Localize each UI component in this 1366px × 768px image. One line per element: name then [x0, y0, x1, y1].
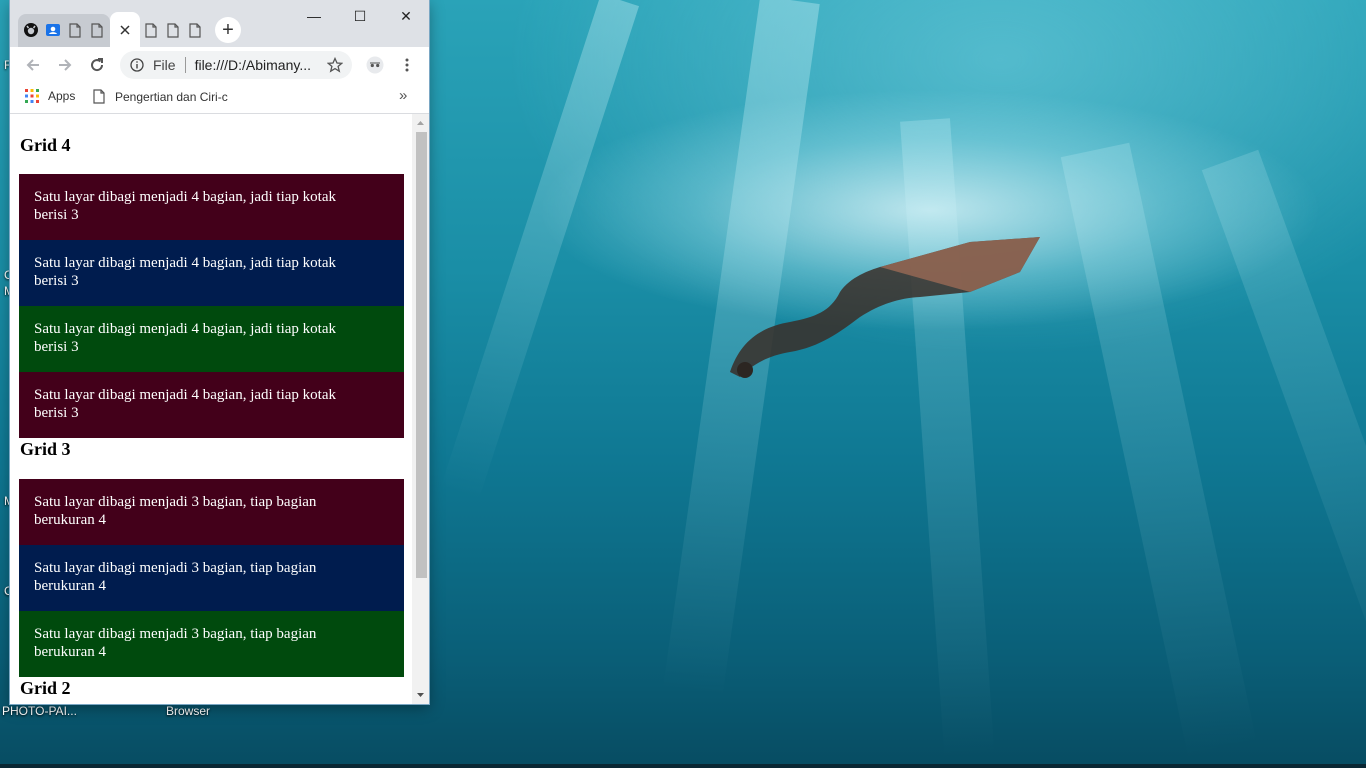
box-text-line: berisi 3	[34, 273, 79, 289]
tab-contacts[interactable]	[42, 18, 64, 42]
reload-icon	[91, 58, 104, 72]
document-icon	[189, 22, 201, 38]
vertical-scrollbar[interactable]	[412, 114, 429, 704]
menu-button[interactable]	[395, 53, 419, 77]
minimize-button[interactable]: —	[291, 4, 337, 28]
document-icon	[93, 89, 105, 104]
forward-button[interactable]	[53, 53, 77, 77]
kebab-menu-icon	[405, 58, 409, 72]
tab-document[interactable]	[162, 18, 184, 42]
box-text-line: berisi 3	[34, 207, 79, 223]
tab-strip: + — ☐ ✕	[10, 0, 429, 47]
document-icon	[69, 22, 81, 38]
section-title-grid-3: Grid 3	[20, 439, 71, 459]
grid4-box: Satu layar dibagi menjadi 4 bagian, jadi…	[19, 372, 404, 438]
tab-active[interactable]	[110, 12, 140, 47]
browser-window: + — ☐ ✕ File file:///D:/Abimany... Apps …	[10, 0, 429, 704]
arrow-right-icon	[59, 59, 72, 71]
incognito-icon	[366, 56, 384, 74]
tab-document[interactable]	[86, 18, 108, 42]
section-title-grid-4: Grid 4	[20, 135, 71, 155]
browser-toolbar: File file:///D:/Abimany...	[10, 47, 429, 83]
box-text-line: Satu layar dibagi menjadi 3 bagian, tiap…	[34, 560, 317, 576]
back-button[interactable]	[21, 53, 45, 77]
grid4-box: Satu layar dibagi menjadi 4 bagian, jadi…	[19, 174, 404, 240]
contacts-icon	[46, 24, 60, 36]
tab-github[interactable]	[20, 18, 42, 42]
maximize-button[interactable]: ☐	[337, 4, 383, 28]
box-text-line: berukuran 4	[34, 644, 107, 660]
close-window-button[interactable]: ✕	[383, 4, 429, 28]
bookmark-apps-label: Apps	[48, 89, 76, 103]
grid3-box: Satu layar dibagi menjadi 3 bagian, tiap…	[19, 479, 404, 545]
arrow-left-icon	[26, 59, 39, 71]
star-icon	[327, 57, 343, 73]
apps-grid-icon	[25, 89, 39, 103]
omnibox-divider	[184, 57, 186, 73]
bookmarks-overflow-button[interactable]: »	[399, 87, 407, 104]
document-icon	[167, 22, 179, 38]
desktop-icon-photo-paint[interactable]: PHOTO-PAI...	[2, 704, 77, 718]
box-text-line: berisi 3	[34, 405, 79, 421]
grid4-box: Satu layar dibagi menjadi 4 bagian, jadi…	[19, 306, 404, 372]
bookmark-star-button[interactable]	[323, 53, 347, 77]
new-tab-button[interactable]: +	[215, 17, 241, 43]
document-icon	[145, 22, 157, 38]
box-text-line: Satu layar dibagi menjadi 4 bagian, jadi…	[34, 387, 336, 403]
scheme-label: File	[153, 57, 176, 73]
box-text-line: berukuran 4	[34, 578, 107, 594]
tab-document[interactable]	[140, 18, 162, 42]
profile-button[interactable]	[363, 53, 387, 77]
bookmarks-bar: Apps Pengertian dan Ciri-c »	[10, 83, 429, 114]
grid4-box: Satu layar dibagi menjadi 4 bagian, jadi…	[19, 240, 404, 306]
page-viewport: Grid 4 Satu layar dibagi menjadi 4 bagia…	[10, 114, 412, 704]
tab-document[interactable]	[64, 18, 86, 42]
bookmark-apps[interactable]: Apps	[25, 89, 75, 103]
box-text-line: Satu layar dibagi menjadi 4 bagian, jadi…	[34, 189, 336, 205]
bookmark-pengertian[interactable]: Pengertian dan Ciri-c	[93, 89, 233, 104]
diver-image	[730, 237, 1040, 378]
desktop-icon-browser[interactable]: Browser	[166, 704, 210, 718]
document-icon	[91, 22, 103, 38]
grid3-box: Satu layar dibagi menjadi 3 bagian, tiap…	[19, 611, 404, 677]
scroll-up-icon[interactable]	[412, 116, 429, 130]
box-text-line: berisi 3	[34, 339, 79, 355]
address-bar[interactable]: File file:///D:/Abimany...	[120, 51, 352, 79]
box-text-line: berukuran 4	[34, 512, 107, 528]
section-title-grid-2: Grid 2	[20, 678, 71, 698]
github-icon	[24, 23, 38, 37]
box-text-line: Satu layar dibagi menjadi 4 bagian, jadi…	[34, 255, 336, 271]
tab-document[interactable]	[184, 18, 206, 42]
taskbar	[0, 764, 1366, 768]
reload-button[interactable]	[85, 53, 109, 77]
box-text-line: Satu layar dibagi menjadi 4 bagian, jadi…	[34, 321, 336, 337]
scrollbar-thumb[interactable]	[416, 132, 427, 578]
scroll-down-icon[interactable]	[412, 688, 429, 702]
url-text[interactable]: file:///D:/Abimany...	[195, 57, 311, 73]
grid3-box: Satu layar dibagi menjadi 3 bagian, tiap…	[19, 545, 404, 611]
info-icon	[130, 58, 144, 72]
bookmark-pengertian-label: Pengertian dan Ciri-c	[115, 89, 228, 104]
box-text-line: Satu layar dibagi menjadi 3 bagian, tiap…	[34, 626, 317, 642]
box-text-line: Satu layar dibagi menjadi 3 bagian, tiap…	[34, 494, 317, 510]
close-icon[interactable]	[120, 24, 130, 35]
